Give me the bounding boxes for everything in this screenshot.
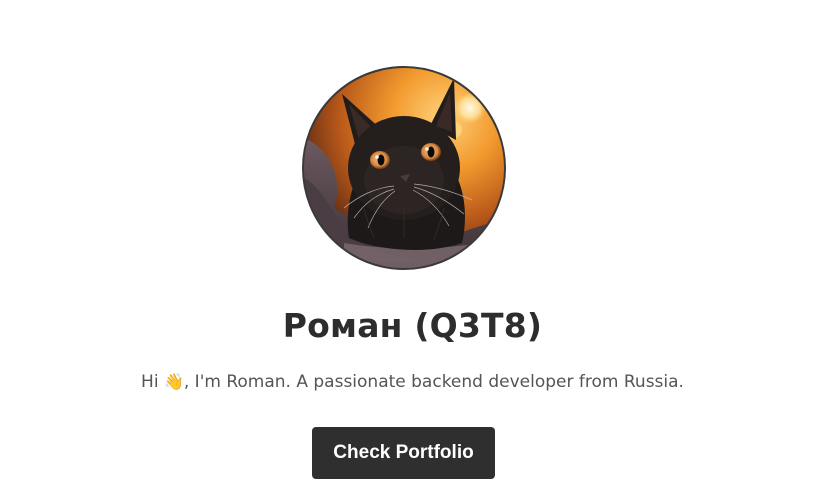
- profile-card: Роман (Q3T8) Hi 👋, I'm Roman. A passiona…: [0, 0, 825, 479]
- check-portfolio-button[interactable]: Check Portfolio: [312, 427, 495, 479]
- bio-greeting: Hi: [141, 372, 164, 392]
- profile-bio: Hi 👋, I'm Roman. A passionate backend de…: [0, 372, 825, 392]
- profile-name: Роман (Q3T8): [282, 306, 543, 345]
- waving-hand-icon: 👋: [163, 372, 184, 391]
- avatar: [302, 66, 506, 270]
- cat-photo-icon: [304, 68, 504, 268]
- bio-text: , I'm Roman. A passionate backend develo…: [183, 372, 684, 392]
